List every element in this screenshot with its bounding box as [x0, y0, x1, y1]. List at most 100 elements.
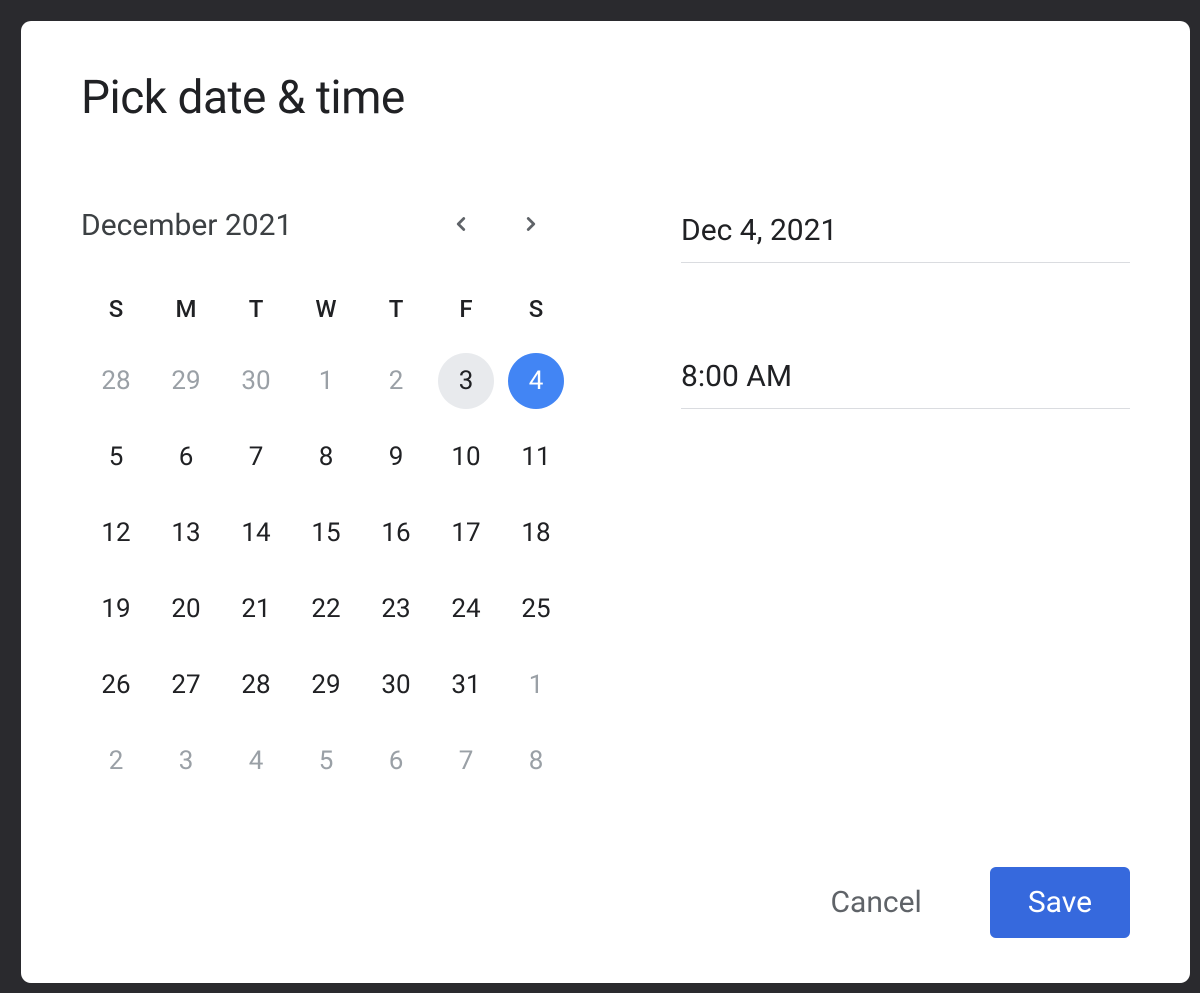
chevron-left-icon [450, 213, 472, 238]
day-cell: 21 [221, 581, 291, 637]
day-button[interactable]: 2 [88, 733, 144, 789]
modal-title: Pick date & time [81, 71, 1130, 125]
day-button[interactable]: 17 [438, 505, 494, 561]
day-cell: 19 [81, 581, 151, 637]
day-cell: 7 [221, 429, 291, 485]
cancel-button[interactable]: Cancel [793, 867, 960, 938]
day-cell: 12 [81, 505, 151, 561]
day-cell: 4 [501, 353, 571, 409]
time-input[interactable] [681, 351, 1130, 409]
modal-actions: Cancel Save [81, 867, 1130, 938]
day-cell: 17 [431, 505, 501, 561]
day-button[interactable]: 3 [158, 733, 214, 789]
date-input[interactable] [681, 205, 1130, 263]
day-cell: 29 [151, 353, 221, 409]
day-button[interactable]: 2 [368, 353, 424, 409]
calendar-days-grid: 2829301234567891011121314151617181920212… [81, 353, 571, 789]
next-month-button[interactable] [511, 205, 551, 245]
day-button[interactable]: 4 [508, 353, 564, 409]
day-button[interactable]: 15 [298, 505, 354, 561]
save-button[interactable]: Save [990, 867, 1130, 938]
day-button[interactable]: 18 [508, 505, 564, 561]
day-button[interactable]: 1 [508, 657, 564, 713]
day-button[interactable]: 8 [508, 733, 564, 789]
day-cell: 13 [151, 505, 221, 561]
day-button[interactable]: 31 [438, 657, 494, 713]
day-cell: 10 [431, 429, 501, 485]
day-cell: 1 [501, 657, 571, 713]
day-cell: 16 [361, 505, 431, 561]
day-button[interactable]: 10 [438, 429, 494, 485]
day-cell: 30 [361, 657, 431, 713]
month-year-label: December 2021 [81, 208, 441, 243]
day-cell: 1 [291, 353, 361, 409]
day-button[interactable]: 7 [228, 429, 284, 485]
day-button[interactable]: 24 [438, 581, 494, 637]
day-cell: 4 [221, 733, 291, 789]
day-button[interactable]: 20 [158, 581, 214, 637]
day-button[interactable]: 21 [228, 581, 284, 637]
weekday-label: F [431, 285, 501, 333]
day-button[interactable]: 27 [158, 657, 214, 713]
day-cell: 15 [291, 505, 361, 561]
day-cell: 6 [361, 733, 431, 789]
day-cell: 8 [291, 429, 361, 485]
day-button[interactable]: 22 [298, 581, 354, 637]
day-button[interactable]: 14 [228, 505, 284, 561]
day-button[interactable]: 5 [88, 429, 144, 485]
day-cell: 20 [151, 581, 221, 637]
day-cell: 5 [291, 733, 361, 789]
day-button[interactable]: 3 [438, 353, 494, 409]
day-button[interactable]: 7 [438, 733, 494, 789]
day-button[interactable]: 26 [88, 657, 144, 713]
day-button[interactable]: 12 [88, 505, 144, 561]
day-button[interactable]: 8 [298, 429, 354, 485]
day-button[interactable]: 4 [228, 733, 284, 789]
day-button[interactable]: 19 [88, 581, 144, 637]
day-cell: 25 [501, 581, 571, 637]
prev-month-button[interactable] [441, 205, 481, 245]
day-button[interactable]: 16 [368, 505, 424, 561]
day-cell: 18 [501, 505, 571, 561]
calendar-section: December 2021 SMTWTFS 28293012345678 [81, 205, 571, 789]
day-cell: 3 [151, 733, 221, 789]
content-row: December 2021 SMTWTFS 28293012345678 [81, 205, 1130, 789]
day-button[interactable]: 25 [508, 581, 564, 637]
day-button[interactable]: 6 [368, 733, 424, 789]
day-cell: 14 [221, 505, 291, 561]
day-button[interactable]: 23 [368, 581, 424, 637]
day-cell: 6 [151, 429, 221, 485]
date-time-picker-modal: Pick date & time December 2021 [21, 21, 1190, 983]
day-button[interactable]: 29 [298, 657, 354, 713]
day-cell: 11 [501, 429, 571, 485]
day-button[interactable]: 1 [298, 353, 354, 409]
weekday-label: T [221, 285, 291, 333]
day-button[interactable]: 29 [158, 353, 214, 409]
calendar-header: December 2021 [81, 205, 571, 245]
month-nav-buttons [441, 205, 551, 245]
day-button[interactable]: 30 [368, 657, 424, 713]
day-cell: 31 [431, 657, 501, 713]
day-cell: 3 [431, 353, 501, 409]
day-button[interactable]: 11 [508, 429, 564, 485]
day-cell: 2 [81, 733, 151, 789]
day-button[interactable]: 9 [368, 429, 424, 485]
day-button[interactable]: 30 [228, 353, 284, 409]
day-button[interactable]: 5 [298, 733, 354, 789]
fields-section [681, 205, 1130, 789]
weekday-label: S [81, 285, 151, 333]
weekday-label: M [151, 285, 221, 333]
chevron-right-icon [520, 213, 542, 238]
weekday-header-row: SMTWTFS [81, 285, 571, 333]
day-cell: 23 [361, 581, 431, 637]
day-cell: 26 [81, 657, 151, 713]
day-cell: 28 [81, 353, 151, 409]
day-cell: 5 [81, 429, 151, 485]
day-cell: 28 [221, 657, 291, 713]
day-button[interactable]: 28 [88, 353, 144, 409]
day-button[interactable]: 6 [158, 429, 214, 485]
day-button[interactable]: 13 [158, 505, 214, 561]
day-button[interactable]: 28 [228, 657, 284, 713]
weekday-label: W [291, 285, 361, 333]
day-cell: 2 [361, 353, 431, 409]
